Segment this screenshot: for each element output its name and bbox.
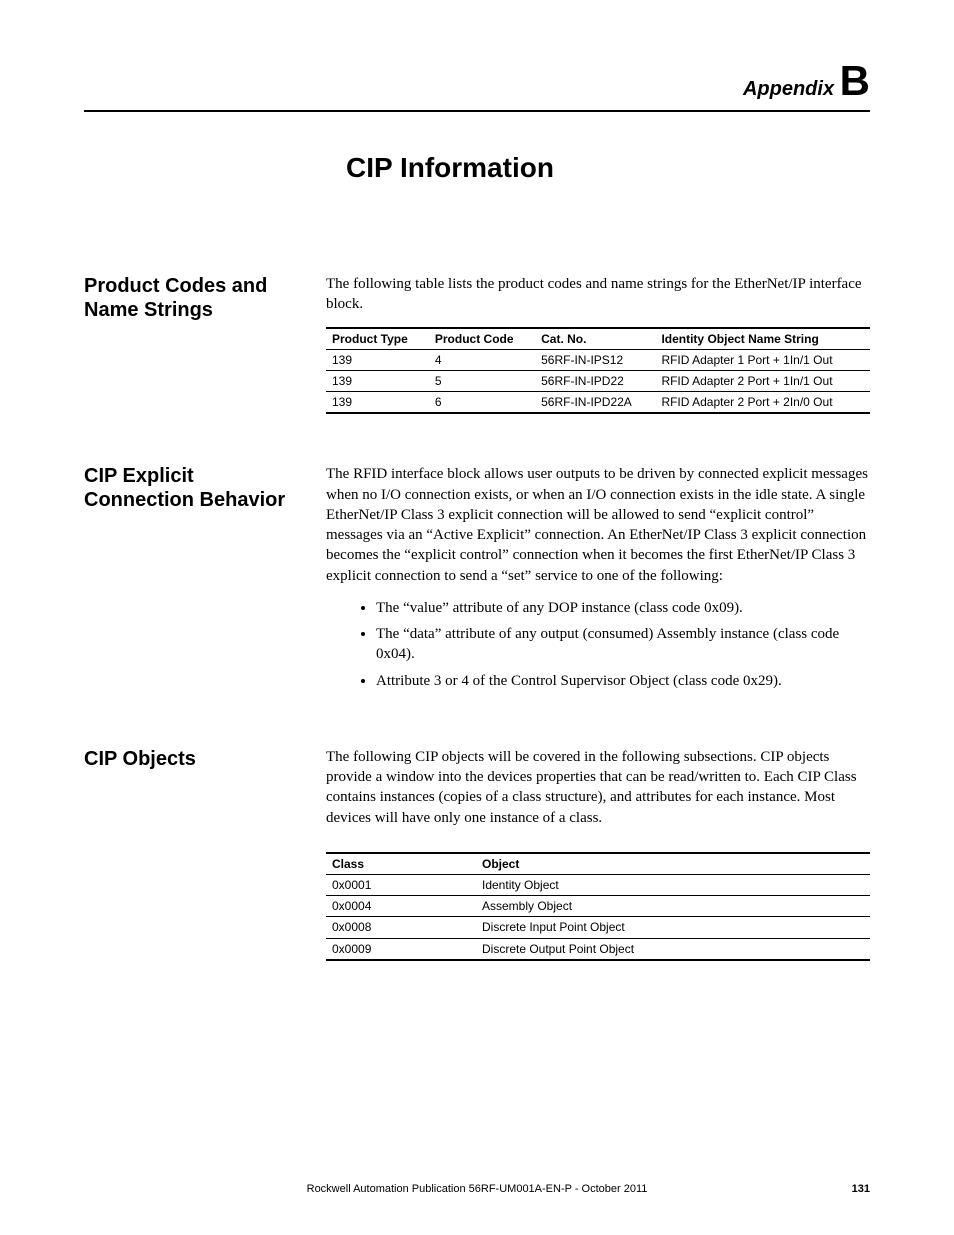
cell: RFID Adapter 2 Port + 2In/0 Out xyxy=(655,392,870,414)
paragraph: The following CIP objects will be covere… xyxy=(326,747,870,828)
list-item: The “value” attribute of any DOP instanc… xyxy=(376,598,870,618)
table-header-row: Class Object xyxy=(326,853,870,875)
cell: 6 xyxy=(429,392,535,414)
table-row: 0x0009 Discrete Output Point Object xyxy=(326,938,870,960)
cell: 139 xyxy=(326,349,429,370)
section-product-codes: Product Codes and Name Strings The follo… xyxy=(84,274,870,414)
cell: 56RF-IN-IPD22 xyxy=(535,370,655,391)
appendix-prefix: Appendix xyxy=(743,78,834,100)
th-identity-string: Identity Object Name String xyxy=(655,328,870,350)
intro-text: The following table lists the product co… xyxy=(326,274,870,315)
section-explicit-connection: CIP Explicit Connection Behavior The RFI… xyxy=(84,464,870,697)
cell: 0x0004 xyxy=(326,896,476,917)
cell: 5 xyxy=(429,370,535,391)
th-object: Object xyxy=(476,853,870,875)
page-number: 131 xyxy=(852,1183,870,1195)
publication-info: Rockwell Automation Publication 56RF-UM0… xyxy=(307,1183,648,1195)
th-class: Class xyxy=(326,853,476,875)
paragraph: The RFID interface block allows user out… xyxy=(326,464,870,586)
cell: 4 xyxy=(429,349,535,370)
section-cip-objects: CIP Objects The following CIP objects wi… xyxy=(84,747,870,961)
body-explicit-connection: The RFID interface block allows user out… xyxy=(326,464,870,697)
cell: 139 xyxy=(326,392,429,414)
cell: 0x0008 xyxy=(326,917,476,938)
table-cip-objects: Class Object 0x0001 Identity Object 0x00… xyxy=(326,852,870,961)
appendix-header: Appendix B xyxy=(84,60,870,102)
table-row: 139 6 56RF-IN-IPD22A RFID Adapter 2 Port… xyxy=(326,392,870,414)
cell: RFID Adapter 2 Port + 1In/1 Out xyxy=(655,370,870,391)
cell: Identity Object xyxy=(476,874,870,895)
header-rule xyxy=(84,110,870,112)
page-footer: Rockwell Automation Publication 56RF-UM0… xyxy=(84,1183,870,1195)
heading-cip-objects: CIP Objects xyxy=(84,747,326,961)
heading-product-codes: Product Codes and Name Strings xyxy=(84,274,326,414)
table-row: 0x0001 Identity Object xyxy=(326,874,870,895)
body-product-codes: The following table lists the product co… xyxy=(326,274,870,414)
table-row: 139 4 56RF-IN-IPS12 RFID Adapter 1 Port … xyxy=(326,349,870,370)
list-item: The “data” attribute of any output (cons… xyxy=(376,624,870,665)
table-row: 139 5 56RF-IN-IPD22 RFID Adapter 2 Port … xyxy=(326,370,870,391)
body-cip-objects: The following CIP objects will be covere… xyxy=(326,747,870,961)
cell: Discrete Output Point Object xyxy=(476,938,870,960)
table-header-row: Product Type Product Code Cat. No. Ident… xyxy=(326,328,870,350)
appendix-letter: B xyxy=(840,57,870,104)
th-product-code: Product Code xyxy=(429,328,535,350)
list-item: Attribute 3 or 4 of the Control Supervis… xyxy=(376,671,870,691)
cell: 0x0001 xyxy=(326,874,476,895)
cell: 56RF-IN-IPD22A xyxy=(535,392,655,414)
bullet-list: The “value” attribute of any DOP instanc… xyxy=(326,598,870,691)
th-product-type: Product Type xyxy=(326,328,429,350)
table-product-codes: Product Type Product Code Cat. No. Ident… xyxy=(326,327,870,415)
cell: Discrete Input Point Object xyxy=(476,917,870,938)
table-row: 0x0008 Discrete Input Point Object xyxy=(326,917,870,938)
table-row: 0x0004 Assembly Object xyxy=(326,896,870,917)
cell: 56RF-IN-IPS12 xyxy=(535,349,655,370)
cell: 139 xyxy=(326,370,429,391)
th-cat-no: Cat. No. xyxy=(535,328,655,350)
cell: 0x0009 xyxy=(326,938,476,960)
cell: RFID Adapter 1 Port + 1In/1 Out xyxy=(655,349,870,370)
cell: Assembly Object xyxy=(476,896,870,917)
document-page: Appendix B CIP Information Product Codes… xyxy=(0,0,954,1235)
heading-explicit-connection: CIP Explicit Connection Behavior xyxy=(84,464,326,697)
page-title: CIP Information xyxy=(346,152,870,184)
